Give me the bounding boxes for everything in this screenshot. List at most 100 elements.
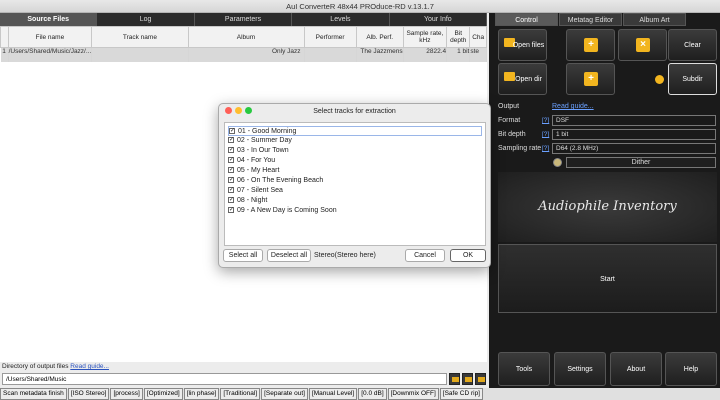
- status-lin-phase[interactable]: [lin phase]: [183, 388, 220, 400]
- checkbox-checked-icon[interactable]: ✓: [228, 207, 234, 214]
- sampling-rate-help-link[interactable]: [?]: [542, 145, 549, 152]
- cell-channels: ste: [469, 47, 487, 62]
- left-tab-bar: Source Files Log Parameters Levels Your …: [0, 13, 488, 26]
- open-files-button[interactable]: Open files: [498, 29, 547, 61]
- open-dir-button[interactable]: Open dir: [498, 63, 547, 95]
- table-row[interactable]: 1 /Users/Shared/Music/Jazz/... Only Jazz…: [0, 47, 487, 62]
- status-optimized[interactable]: [Optimized]: [143, 388, 183, 400]
- cell-bit-depth: 1 bit: [446, 47, 471, 62]
- remove-files-button[interactable]: ×: [618, 29, 667, 61]
- bit-depth-select[interactable]: 1 bit: [552, 129, 716, 140]
- dither-indicator-icon[interactable]: [553, 158, 562, 167]
- list-item[interactable]: ✓ 08 - Night: [228, 196, 267, 206]
- checkbox-checked-icon[interactable]: ✓: [229, 128, 235, 135]
- checkbox-checked-icon[interactable]: ✓: [228, 147, 234, 154]
- list-item[interactable]: ✓ 04 - For You: [228, 156, 275, 166]
- about-button[interactable]: About: [610, 352, 662, 386]
- status-separate-out[interactable]: [Separate out]: [261, 388, 308, 400]
- sampling-rate-label: Sampling rate: [498, 145, 542, 152]
- folder-open-icon: [478, 377, 485, 382]
- checkbox-checked-icon[interactable]: ✓: [228, 187, 234, 194]
- browse-folder-button[interactable]: [449, 373, 460, 385]
- status-manual-level[interactable]: [Manual Level]: [308, 388, 358, 400]
- stereo-mode-label: Stereo(Stereo here): [314, 252, 376, 259]
- checkbox-checked-icon[interactable]: ✓: [228, 157, 234, 164]
- cancel-button[interactable]: Cancel: [405, 249, 445, 262]
- select-all-button[interactable]: Select all: [223, 249, 263, 262]
- tab-levels[interactable]: Levels: [292, 13, 390, 26]
- bit-depth-label: Bit depth: [498, 131, 526, 138]
- tab-log[interactable]: Log: [97, 13, 195, 26]
- tab-metatag-editor[interactable]: Metatag Editor: [559, 13, 622, 26]
- tab-parameters[interactable]: Parameters: [195, 13, 293, 26]
- status-traditional[interactable]: [Traditional]: [220, 388, 261, 400]
- subdir-button[interactable]: Subdir: [668, 63, 717, 95]
- cell-track-name: [91, 47, 189, 62]
- checkbox-checked-icon[interactable]: ✓: [228, 197, 234, 204]
- checkbox-checked-icon[interactable]: ✓: [228, 177, 234, 184]
- ok-button[interactable]: OK: [450, 249, 486, 262]
- tab-album-art[interactable]: Album Art: [623, 13, 686, 26]
- status-downmix[interactable]: [Downmix OFF]: [387, 388, 439, 400]
- column-header-alb-perf[interactable]: Alb. Perf.: [355, 26, 404, 48]
- table-header-row: File name Track name Album Performer Alb…: [0, 26, 487, 48]
- right-tab-bar: Control Metatag Editor Album Art: [495, 13, 720, 26]
- close-window-icon[interactable]: [225, 107, 232, 114]
- format-help-link[interactable]: [?]: [542, 117, 549, 124]
- list-item[interactable]: ✓ 09 - A New Day is Coming Soon: [228, 206, 337, 216]
- dither-button[interactable]: Dither: [566, 157, 716, 168]
- column-header-track-name[interactable]: Track name: [91, 26, 189, 48]
- checkbox-checked-icon[interactable]: ✓: [228, 137, 234, 144]
- plus-icon: +: [584, 38, 598, 52]
- output-directory-input[interactable]: /Users/Shared/Music: [2, 373, 447, 385]
- tools-button[interactable]: Tools: [498, 352, 550, 386]
- status-bar: Scan metadata finish [ISO Stereo] [proce…: [0, 388, 720, 400]
- settings-button[interactable]: Settings: [554, 352, 606, 386]
- checkbox-checked-icon[interactable]: ✓: [228, 167, 234, 174]
- subdir-indicator: [618, 63, 667, 95]
- output-read-guide-link[interactable]: Read guide...: [70, 363, 109, 370]
- list-item[interactable]: ✓ 03 - In Our Town: [228, 146, 289, 156]
- add-dir-button[interactable]: +: [566, 63, 615, 95]
- list-item[interactable]: ✓ 07 - Silent Sea: [228, 186, 283, 196]
- cell-sample-rate: 2822.4: [403, 47, 448, 62]
- deselect-all-button[interactable]: Deselect all: [267, 249, 311, 262]
- status-iso-stereo[interactable]: [ISO Stereo]: [67, 388, 110, 400]
- status-process[interactable]: [process]: [110, 388, 143, 400]
- clear-button[interactable]: Clear: [668, 29, 717, 61]
- list-item[interactable]: ✓ 06 - On The Evening Beach: [228, 176, 323, 186]
- bit-depth-help-link[interactable]: [?]: [542, 131, 549, 138]
- cell-file-name: /Users/Shared/Music/Jazz/...: [8, 47, 93, 62]
- tab-your-info[interactable]: Your Info: [390, 13, 488, 26]
- column-header-performer[interactable]: Performer: [303, 26, 357, 48]
- column-header-file-name[interactable]: File name: [7, 26, 93, 48]
- status-scan: Scan metadata finish: [0, 388, 67, 400]
- open-folder-button[interactable]: [475, 373, 486, 385]
- cell-alb-perf: The Jazzmens: [356, 47, 404, 62]
- list-item[interactable]: ✓ 02 - Summer Day: [228, 136, 292, 146]
- format-label: Format: [498, 117, 521, 124]
- list-item[interactable]: ✓ 01 - Good Morning: [228, 126, 482, 136]
- add-files-button[interactable]: +: [566, 29, 615, 61]
- track-list: ✓ 01 - Good Morning ✓ 02 - Summer Day ✓ 03 …: [224, 122, 486, 246]
- tab-control[interactable]: Control: [495, 13, 558, 26]
- format-select[interactable]: DSF: [552, 115, 716, 126]
- start-button[interactable]: Start: [498, 244, 717, 313]
- browse-folder-button-2[interactable]: [462, 373, 473, 385]
- help-button[interactable]: Help: [665, 352, 717, 386]
- column-header-sample-rate[interactable]: Sample rate, kHz: [402, 26, 448, 48]
- zoom-window-icon[interactable]: [245, 107, 252, 114]
- status-safe-cd-rip[interactable]: [Safe CD rip]: [439, 388, 483, 400]
- status-gain[interactable]: [0.0 dB]: [358, 388, 387, 400]
- window-titlebar: AuI ConverteR 48x44 PROduce-RD v.13.1.7: [0, 0, 720, 13]
- column-header-channels[interactable]: Cha: [469, 26, 487, 48]
- column-header-bit-depth[interactable]: Bit depth: [446, 26, 471, 48]
- sampling-rate-select[interactable]: D64 (2.8 MHz): [552, 143, 716, 154]
- column-header-album[interactable]: Album: [187, 26, 305, 48]
- tab-source-files[interactable]: Source Files: [0, 13, 98, 26]
- list-item[interactable]: ✓ 05 - My Heart: [228, 166, 279, 176]
- cell-performer: [304, 47, 357, 62]
- settings-read-guide-link[interactable]: Read guide...: [552, 103, 594, 110]
- select-tracks-dialog: Select tracks for extraction ✓ 01 - Good …: [218, 103, 491, 268]
- minimize-window-icon[interactable]: [235, 107, 242, 114]
